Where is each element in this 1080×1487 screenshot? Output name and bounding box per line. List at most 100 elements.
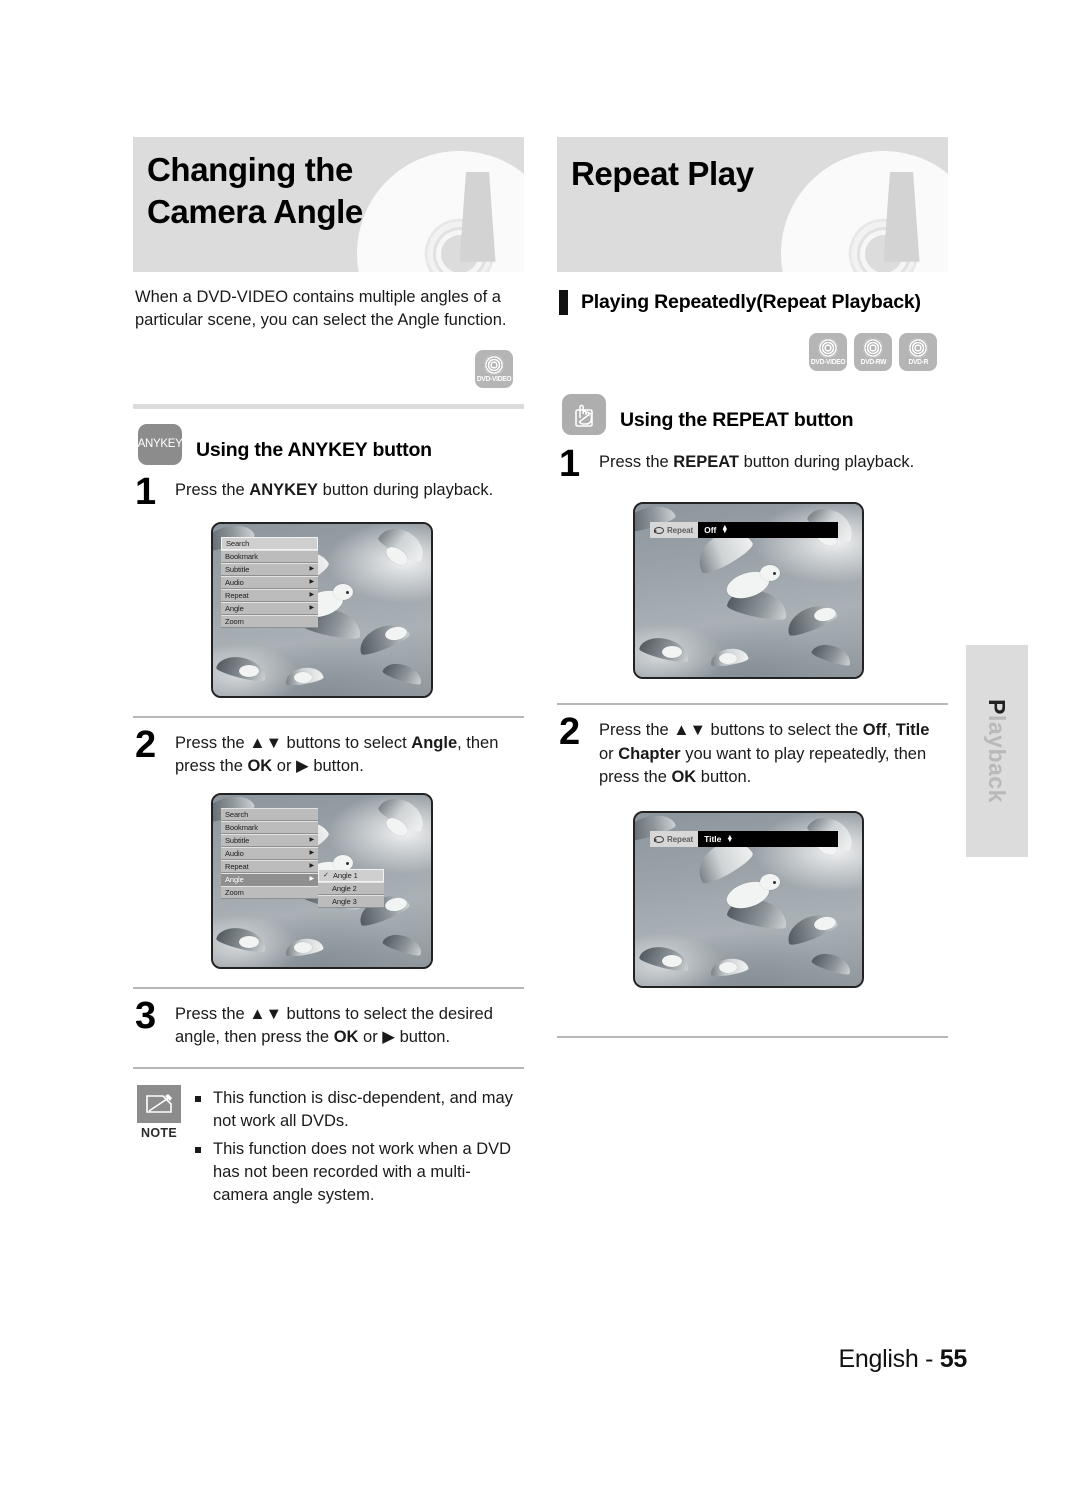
- section-thumb-tab-initial: P: [984, 699, 1011, 715]
- divider-thick: [133, 403, 524, 409]
- left-intro-paragraph: When a DVD-VIDEO contains multiple angle…: [135, 288, 507, 329]
- up-down-arrows-icon[interactable]: ▲ ▼: [726, 834, 733, 845]
- osd-menu-item-label: Repeat: [225, 861, 249, 871]
- osd-menu-item-angle[interactable]: Angle ▶: [221, 601, 318, 615]
- left-step-1: 1 Press the ANYKEY button during playbac…: [133, 472, 524, 510]
- repeat-osd-bar[interactable]: Repeat Off ▲ ▼: [650, 522, 838, 539]
- osd-menu-item-zoom[interactable]: Zoom: [221, 885, 318, 899]
- osd-menu-item-label: Audio: [225, 577, 244, 587]
- osd-menu-item-repeat[interactable]: Repeat ▶: [221, 588, 318, 602]
- osd-menu-item-bookmark[interactable]: Bookmark: [221, 549, 318, 563]
- footer-page-number: 55: [939, 1345, 968, 1373]
- left-step-2-text: Press the ▲▼ buttons to select Angle, th…: [175, 733, 499, 776]
- anykey-subsection-title: Using the ANYKEY button: [196, 438, 432, 461]
- gull-wing: [381, 929, 425, 958]
- divider-thin: [557, 703, 948, 706]
- repeat-loop-icon: [654, 835, 664, 843]
- left-step-3: 3 Press the ▲▼ buttons to select the des…: [133, 994, 524, 1050]
- disc-badge-dvd-r: DVD-R: [899, 333, 937, 371]
- footer-language: English: [838, 1345, 919, 1373]
- gull-body: [293, 671, 312, 683]
- disc-badge-label: DVD-VIDEO: [476, 375, 512, 383]
- footer-separator: -: [918, 1345, 940, 1373]
- osd-menu-item-label: Search: [226, 538, 250, 548]
- gull-eye: [345, 861, 349, 865]
- left-disc-badge-row: DVD-VIDEO: [133, 349, 513, 388]
- angle-submenu[interactable]: ✓ Angle 1 Angle 2 Angle 3: [318, 868, 384, 908]
- repeat-osd-label-group: Repeat: [650, 831, 699, 848]
- right-section-title: Playing Repeatedly(Repeat Playback): [581, 291, 921, 313]
- note-badge: NOTE: [135, 1085, 183, 1210]
- angle-submenu-item-3[interactable]: Angle 3: [318, 894, 384, 908]
- figure-anykey-menu: Search Bookmark Subtitle ▶ Audio ▶ Repea…: [211, 521, 433, 698]
- repeat-subsection-title: Using the REPEAT button: [620, 409, 854, 431]
- left-step-3-number: 3: [135, 994, 157, 1037]
- divider-thin: [133, 986, 524, 989]
- right-step-1-text: Press the REPEAT button during playback.: [599, 453, 915, 471]
- chevron-right-icon: ▶: [309, 592, 314, 599]
- page-footer: English - 55: [838, 1345, 968, 1374]
- disc-badge-dvd-video: DVD-VIDEO: [809, 333, 847, 371]
- anykey-button-icon: ANYKEY: [137, 423, 183, 465]
- hand-press-button-icon: [562, 394, 606, 435]
- note-list-item: This function does not work when a DVD h…: [193, 1138, 524, 1207]
- osd-menu-item-subtitle[interactable]: Subtitle ▶: [221, 833, 318, 847]
- osd-menu-item-angle[interactable]: Angle ▶: [221, 872, 318, 886]
- left-column: Changing the Camera Angle When a DVD-VID…: [133, 137, 524, 1211]
- repeat-osd-value-group[interactable]: Off ▲ ▼: [698, 522, 838, 539]
- note-list: This function is disc-dependent, and may…: [193, 1087, 524, 1210]
- hand-press-button-icon-svg: [575, 404, 593, 427]
- left-banner-title: Changing the Camera Angle: [147, 151, 363, 231]
- osd-menu-item-bookmark[interactable]: Bookmark: [221, 820, 318, 834]
- osd-menu-item-search[interactable]: Search: [221, 536, 318, 550]
- right-step-2-text: Press the ▲▼ buttons to select the Off, …: [599, 721, 930, 786]
- pencil-note-icon: [137, 1085, 181, 1124]
- repeat-subsection-heading: Using the REPEAT button: [562, 393, 948, 435]
- right-column: Repeat Play Playing Repeatedly(Repeat Pl…: [557, 137, 948, 1039]
- section-bar-marker: [559, 290, 568, 315]
- angle-submenu-item-1[interactable]: ✓ Angle 1: [318, 868, 384, 882]
- disc-badge-dvd-video: DVD-VIDEO: [475, 349, 513, 388]
- anykey-osd-menu[interactable]: Search Bookmark Subtitle ▶ Audio ▶ Repea…: [221, 536, 318, 628]
- angle-submenu-item-2[interactable]: Angle 2: [318, 881, 384, 895]
- anykey-button-icon-label: ANYKEY: [137, 438, 183, 451]
- anykey-osd-menu[interactable]: Search Bookmark Subtitle ▶ Audio ▶ Repea…: [221, 807, 318, 899]
- left-step-1-text: Press the ANYKEY button during playback.: [175, 480, 494, 499]
- disc-badge-dvd-rw: DVD-RW: [854, 333, 892, 371]
- right-banner: Repeat Play: [557, 137, 948, 272]
- osd-menu-item-repeat[interactable]: Repeat ▶: [221, 859, 318, 873]
- osd-menu-item-label: Audio: [225, 848, 244, 858]
- osd-menu-item-label: Angle: [225, 603, 244, 613]
- osd-menu-item-audio[interactable]: Audio ▶: [221, 846, 318, 860]
- osd-menu-item-search[interactable]: Search: [221, 807, 318, 821]
- note-label: NOTE: [141, 1126, 177, 1141]
- repeat-osd-value-group[interactable]: Title ▲ ▼: [698, 831, 838, 848]
- repeat-osd-bar[interactable]: Repeat Title ▲ ▼: [650, 831, 838, 848]
- osd-menu-item-audio[interactable]: Audio ▶: [221, 575, 318, 589]
- angle-submenu-item-label: Angle 2: [332, 883, 357, 893]
- gull-wing: [810, 640, 854, 668]
- chevron-right-icon: ▶: [309, 850, 314, 857]
- right-step-1: 1 Press the REPEAT button during playbac…: [557, 445, 948, 483]
- repeat-osd-label: Repeat: [667, 834, 694, 844]
- chevron-right-icon: ▶: [309, 566, 314, 573]
- osd-menu-item-zoom[interactable]: Zoom: [221, 614, 318, 628]
- section-thumb-tab-playback: Playback: [966, 645, 1028, 857]
- repeat-osd-value: Title: [704, 834, 722, 845]
- right-banner-title: Repeat Play: [571, 155, 754, 192]
- left-step-2-number: 2: [135, 723, 157, 766]
- chevron-right-icon: ▶: [309, 837, 314, 844]
- osd-menu-item-label: Angle: [225, 874, 244, 884]
- up-down-arrows-icon[interactable]: ▲ ▼: [721, 524, 728, 535]
- right-step-2: 2 Press the ▲▼ buttons to select the Off…: [557, 713, 948, 789]
- chevron-right-icon: ▶: [309, 876, 314, 883]
- chevron-right-icon: ▶: [309, 579, 314, 586]
- osd-menu-item-subtitle[interactable]: Subtitle ▶: [221, 562, 318, 576]
- dvd-disc-icon: [863, 338, 883, 358]
- chevron-right-icon: ▶: [309, 605, 314, 612]
- section-thumb-tab-rest: layback: [984, 714, 1011, 803]
- right-section-heading: Playing Repeatedly(Repeat Playback): [559, 290, 948, 315]
- divider-thin: [557, 1036, 948, 1039]
- gull-body: [239, 935, 260, 948]
- gull-head: [332, 583, 353, 600]
